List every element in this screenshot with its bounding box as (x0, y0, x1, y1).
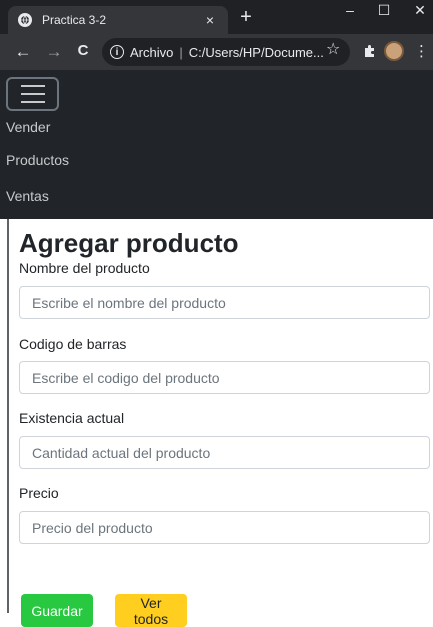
tab-close-icon[interactable]: × (202, 12, 218, 28)
main-content: Agregar producto Nombre del producto Cod… (7, 219, 433, 627)
bookmark-star-icon[interactable]: ☆ (326, 39, 340, 59)
extensions-puzzle-icon[interactable] (362, 44, 377, 63)
save-button[interactable]: Guardar (21, 594, 93, 627)
nav-link-productos[interactable]: Productos (6, 152, 69, 168)
browser-tab-bar: Practica 3-2 × + – ☐ ✕ (0, 0, 433, 34)
browser-tab[interactable]: Practica 3-2 × (8, 6, 228, 34)
hamburger-menu-icon[interactable] (6, 77, 59, 111)
maximize-icon[interactable]: ☐ (374, 2, 394, 19)
address-separator: | (179, 44, 183, 60)
site-navbar: Vender Productos Ventas (0, 70, 433, 219)
stock-input[interactable] (19, 436, 430, 469)
new-tab-icon[interactable]: + (236, 7, 256, 27)
page-title: Agregar producto (19, 228, 239, 258)
barcode-label: Codigo de barras (19, 336, 127, 352)
globe-icon (18, 13, 32, 27)
price-input[interactable] (19, 511, 430, 544)
address-scheme-label: Archivo (130, 44, 174, 60)
tab-title: Practica 3-2 (42, 13, 107, 27)
reload-icon[interactable]: C (71, 42, 95, 59)
address-bar[interactable]: i Archivo | C:/Users/HP/Docume... (102, 38, 350, 66)
browser-menu-icon[interactable]: ⋮ (414, 42, 429, 60)
nav-link-vender[interactable]: Vender (6, 119, 50, 135)
address-url: C:/Users/HP/Docume... (188, 44, 324, 60)
profile-avatar[interactable] (384, 41, 404, 61)
product-name-label: Nombre del producto (19, 260, 150, 276)
product-name-input[interactable] (19, 286, 430, 319)
view-all-button[interactable]: Ver todos (115, 594, 187, 627)
price-label: Precio (19, 485, 59, 501)
barcode-input[interactable] (19, 361, 430, 394)
window-close-icon[interactable]: ✕ (410, 2, 430, 19)
minimize-icon[interactable]: – (340, 2, 360, 18)
nav-link-ventas[interactable]: Ventas (6, 188, 49, 204)
stock-label: Existencia actual (19, 410, 125, 426)
back-arrow-icon[interactable]: ← (11, 42, 35, 62)
forward-arrow-icon[interactable]: → (42, 42, 66, 62)
info-icon[interactable]: i (110, 45, 124, 59)
